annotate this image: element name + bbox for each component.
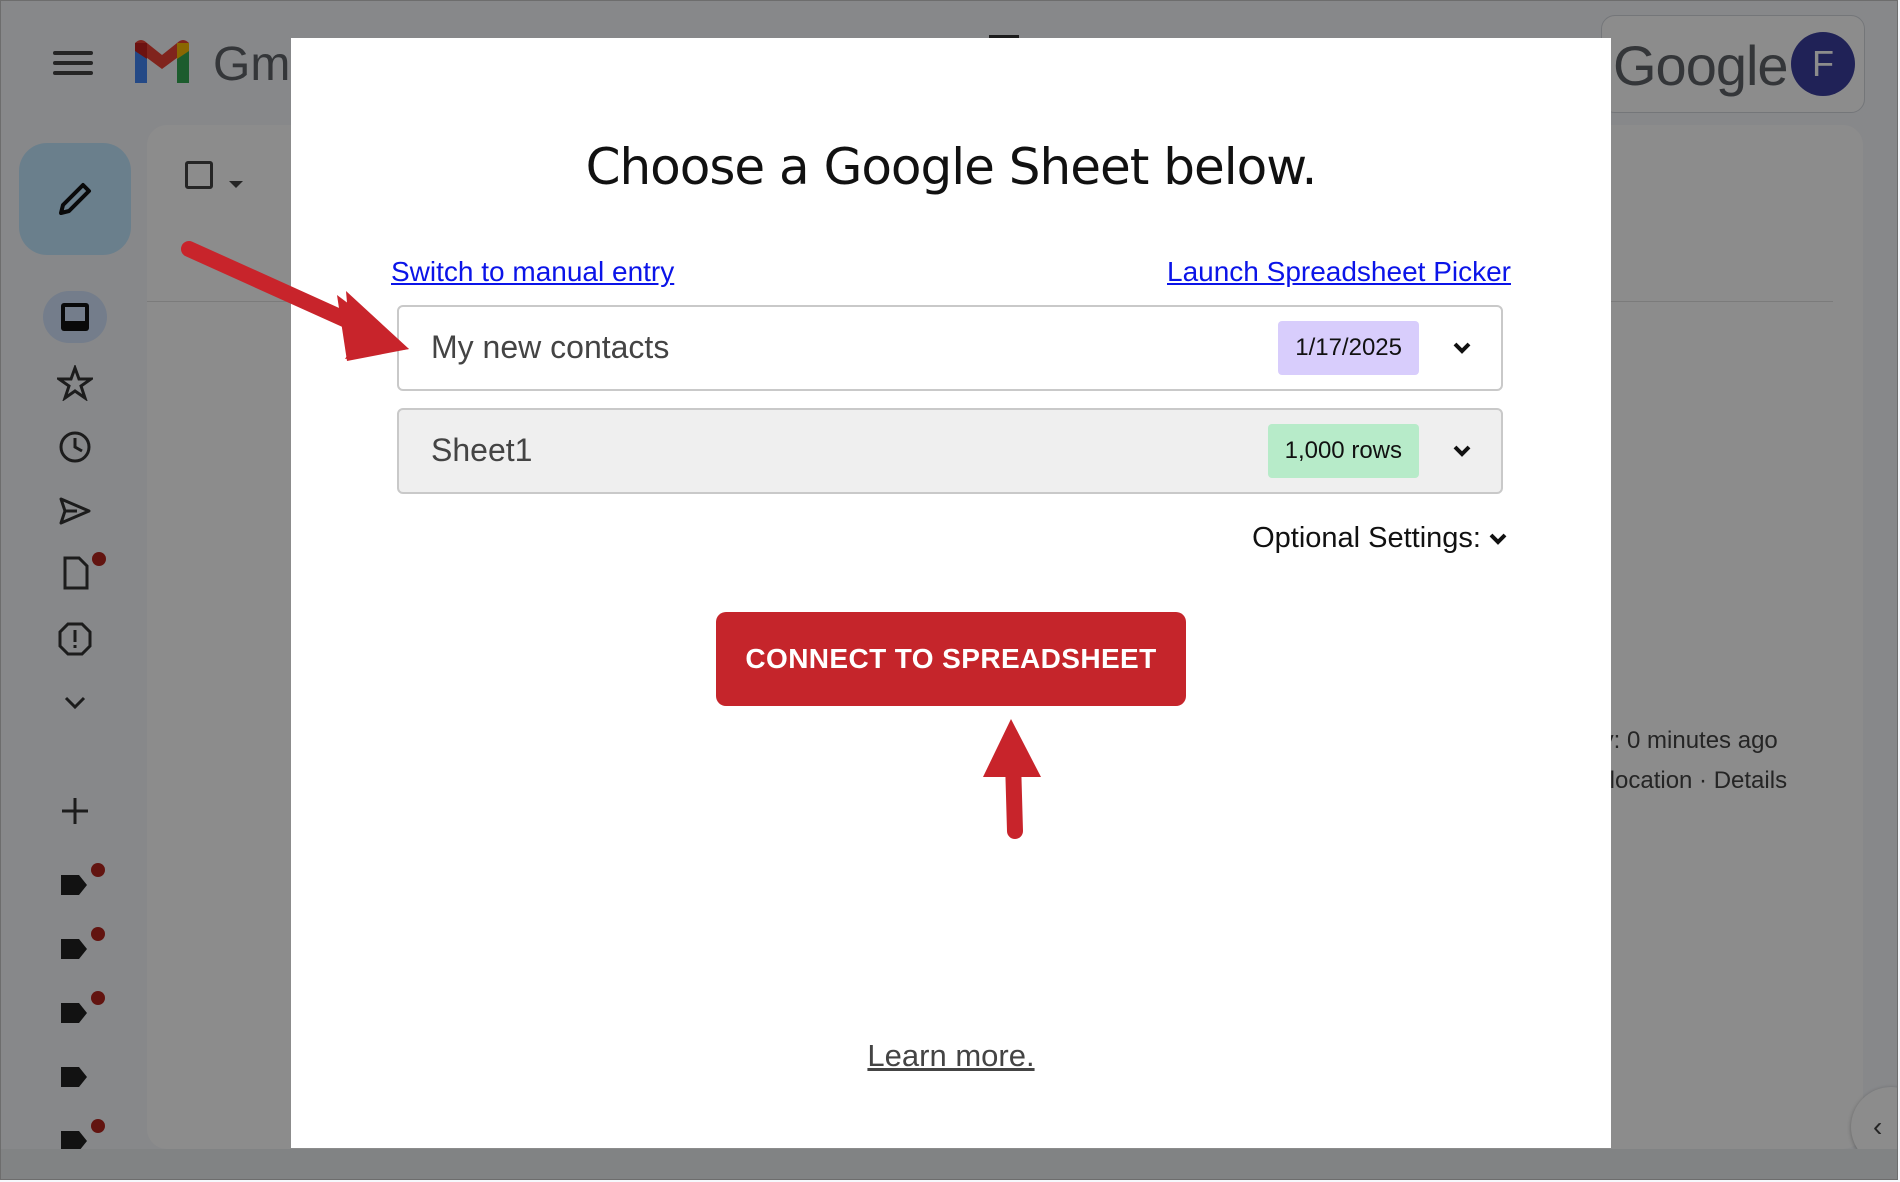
spreadsheet-name: My new contacts <box>431 329 670 365</box>
chevron-down-icon[interactable] <box>1487 528 1509 550</box>
connect-to-spreadsheet-button[interactable]: CONNECT TO SPREADSHEET <box>716 612 1186 706</box>
rows-badge: 1,000 rows <box>1267 424 1419 478</box>
sheet-picker-modal: Choose a Google Sheet below. Switch to m… <box>291 38 1611 1148</box>
chevron-down-icon <box>1453 342 1471 354</box>
chevron-down-icon <box>1453 445 1471 457</box>
learn-more-link[interactable]: Learn more. <box>291 1038 1611 1074</box>
modal-title: Choose a Google Sheet below. <box>585 138 1318 196</box>
launch-picker-link[interactable]: Launch Spreadsheet Picker <box>1167 256 1511 288</box>
sheet-name: Sheet1 <box>431 432 533 468</box>
app-window: Gma Google F ty: 0 minutes ago r locatio… <box>0 0 1898 1180</box>
spreadsheet-select[interactable]: My new contacts 1/17/2025 <box>397 305 1503 391</box>
sheet-select[interactable]: Sheet1 1,000 rows <box>397 408 1503 494</box>
optional-settings-toggle[interactable]: Optional Settings: <box>1252 522 1481 555</box>
date-badge: 1/17/2025 <box>1278 321 1419 375</box>
switch-to-manual-link[interactable]: Switch to manual entry <box>391 256 674 288</box>
